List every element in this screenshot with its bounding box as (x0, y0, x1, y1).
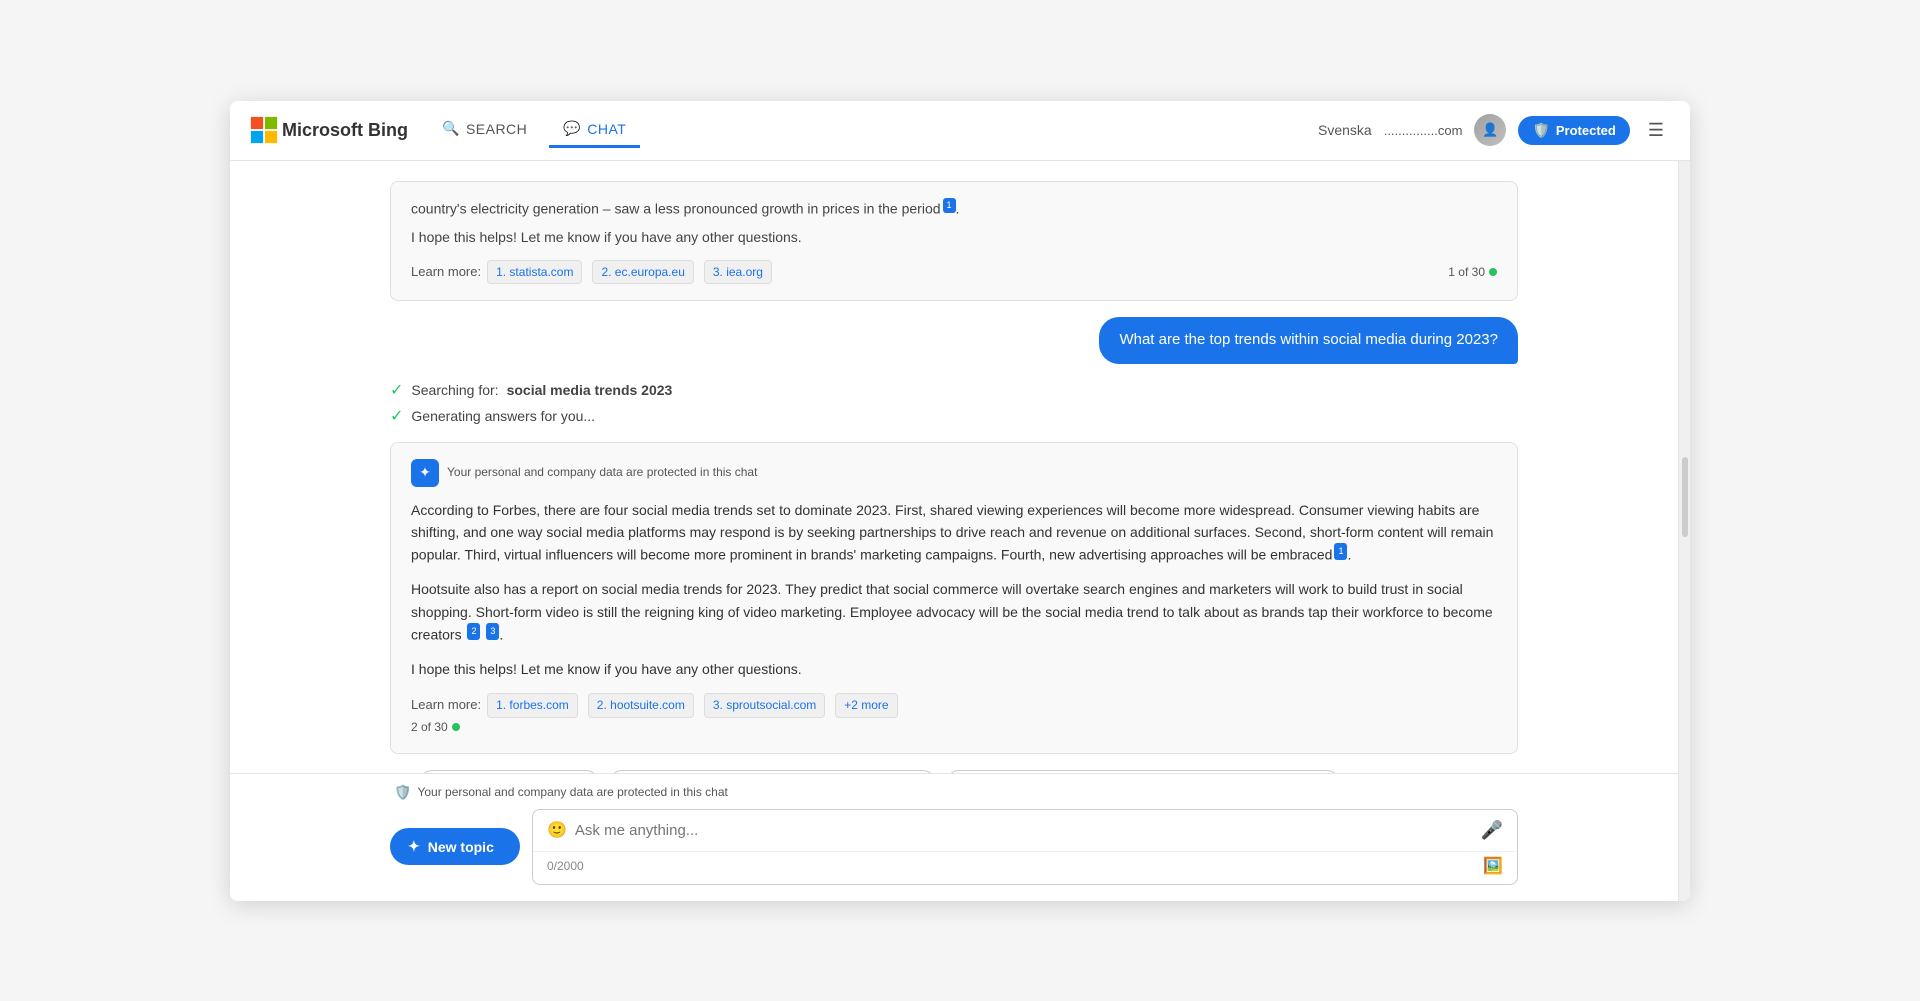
source-chip-more[interactable]: +2 more (835, 693, 897, 718)
ai-icon: ✦ (411, 459, 439, 487)
input-protected-notice: 🛡️ Your personal and company data are pr… (394, 784, 1518, 801)
scroll-thumb[interactable] (1682, 457, 1688, 537)
bing-logo[interactable]: Microsoft Bing (250, 116, 408, 144)
tab-chat[interactable]: 💬 CHAT (549, 112, 640, 148)
protected-button[interactable]: 🛡️ Protected (1518, 116, 1629, 145)
ai-paragraph-1: According to Forbes, there are four soci… (411, 499, 1497, 567)
source-chip-ec-europa[interactable]: 2. ec.europa.eu (592, 260, 693, 284)
user-bubble: What are the top trends within social me… (1099, 317, 1518, 364)
learn-more-label-ai: Learn more: (411, 695, 481, 716)
nav-language[interactable]: Svenska (1318, 122, 1372, 138)
learn-more-label-prev: Learn more: (411, 262, 481, 282)
prev-response-card: country's electricity generation – saw a… (390, 181, 1518, 302)
ai-protected-notice: Your personal and company data are prote… (447, 463, 757, 482)
mic-icon[interactable]: 🎤 (1481, 820, 1503, 841)
input-row: ✦ New topic 🙂 🎤 0/2000 🖼️ (390, 809, 1518, 885)
protected-label: Protected (1556, 123, 1616, 138)
messages-container: country's electricity generation – saw a… (230, 161, 1678, 773)
tab-chat-label: CHAT (587, 121, 626, 137)
source-chip-sproutsocial[interactable]: 3. sproutsocial.com (704, 693, 825, 718)
ai-card-body: According to Forbes, there are four soci… (411, 499, 1497, 681)
result-count-ai: 2 of 30 (411, 718, 1497, 737)
status-searching: ✓ Searching for: social media trends 202… (390, 380, 1518, 400)
learn-more-row-ai: Learn more: 1. forbes.com 2. hootsuite.c… (411, 693, 1497, 737)
search-icon: 🔍 (442, 120, 460, 137)
image-attach-icon[interactable]: 🖼️ (1483, 856, 1503, 876)
input-protected-text: Your personal and company data are prote… (417, 785, 727, 799)
searching-label: Searching for: (411, 382, 498, 398)
ai-card-header: ✦ Your personal and company data are pro… (411, 459, 1497, 487)
ai-hope-text: I hope this helps! Let me know if you ha… (411, 658, 1497, 680)
menu-icon[interactable]: ☰ (1642, 116, 1670, 145)
check-icon-generating: ✓ (390, 406, 403, 426)
chat-input[interactable] (575, 822, 1473, 839)
searching-query: social media trends 2023 (507, 382, 673, 398)
user-message: What are the top trends within social me… (390, 317, 1518, 364)
prev-response-text: country's electricity generation – saw a… (411, 198, 1497, 220)
hope-text-prev: I hope this helps! Let me know if you ha… (411, 227, 1497, 248)
source-chip-hootsuite[interactable]: 2. hootsuite.com (588, 693, 694, 718)
green-dot-ai (452, 723, 460, 731)
ai-response-card: ✦ Your personal and company data are pro… (390, 442, 1518, 754)
sparkle-icon: ✦ (408, 838, 420, 855)
source-chip-iea[interactable]: 3. iea.org (704, 260, 772, 284)
green-dot-prev (1489, 268, 1497, 276)
generating-label: Generating answers for you... (411, 408, 595, 424)
input-area: 🛡️ Your personal and company data are pr… (230, 773, 1678, 901)
nav-avatar[interactable]: 👤 (1474, 114, 1506, 146)
logo-text: Microsoft Bing (282, 120, 408, 141)
ai-paragraph-2: Hootsuite also has a report on social me… (411, 578, 1497, 646)
tab-search[interactable]: 🔍 SEARCH (428, 112, 541, 148)
tab-search-label: SEARCH (466, 121, 527, 137)
learn-more-row-prev: Learn more: 1. statista.com 2. ec.europa… (411, 260, 1497, 284)
new-topic-label: New topic (428, 839, 494, 855)
shield-icon: 🛡️ (1532, 122, 1549, 139)
check-icon-searching: ✓ (390, 380, 403, 400)
shield-small-icon: 🛡️ (394, 784, 411, 801)
status-generating: ✓ Generating answers for you... (390, 406, 1518, 426)
input-box-wrapper: 🙂 🎤 0/2000 🖼️ (532, 809, 1518, 885)
chat-icon: 💬 (563, 120, 581, 137)
input-smiley-icon: 🙂 (547, 820, 567, 840)
source-chip-forbes[interactable]: 1. forbes.com (487, 693, 578, 718)
char-count: 0/2000 (547, 859, 584, 873)
result-count-prev: 1 of 30 (1448, 263, 1497, 281)
scroll-track[interactable] (1678, 161, 1690, 901)
source-chip-statista[interactable]: 1. statista.com (487, 260, 582, 284)
new-topic-button[interactable]: ✦ New topic (390, 828, 520, 865)
nav-user-email: ...............com (1384, 123, 1463, 138)
